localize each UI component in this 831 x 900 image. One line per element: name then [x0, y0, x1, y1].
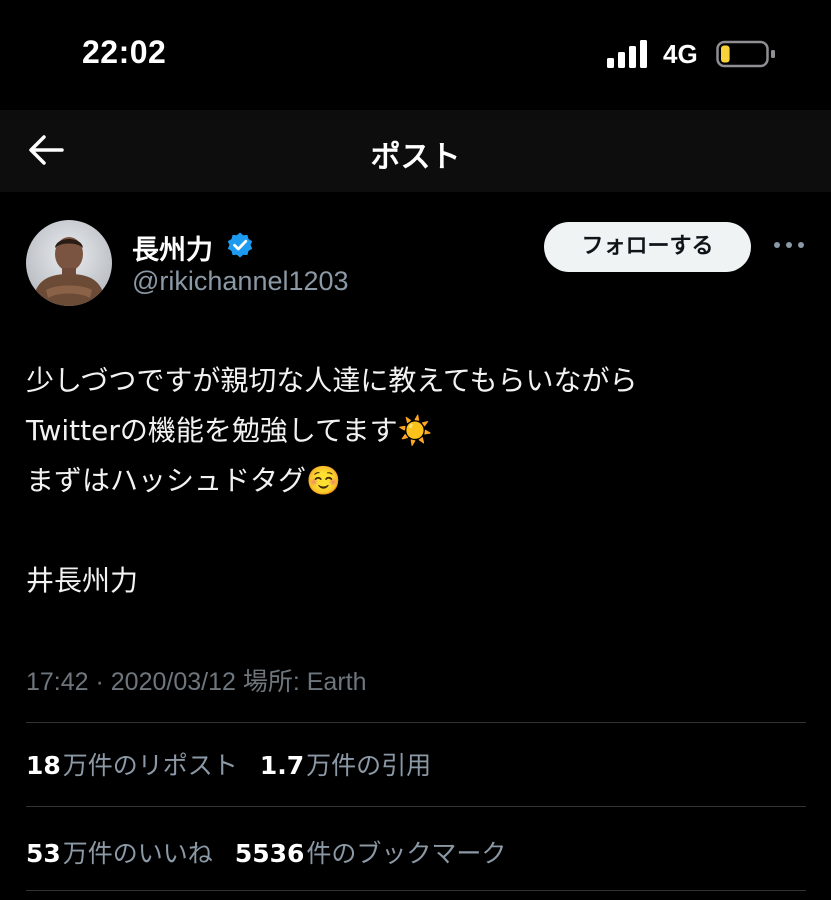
stats-row-reposts: 18 万件のリポスト 1.7 万件の引用 — [26, 746, 453, 782]
page-title: ポスト — [370, 140, 461, 175]
status-bar: 22:02 4G — [0, 0, 831, 110]
navigation-bar: ポスト — [0, 110, 831, 192]
avatar[interactable] — [26, 220, 112, 306]
author-handle[interactable]: @rikichannel1203 — [132, 266, 349, 297]
quotes-label: 万件の引用 — [306, 751, 432, 780]
divider — [26, 722, 806, 723]
likes-count: 53 — [26, 839, 61, 868]
more-options-icon[interactable] — [771, 238, 807, 252]
tweet-timestamp: 17:42 · 2020/03/12 場所: Earth — [26, 668, 367, 696]
tweet-text: 少しづつですが親切な人達に教えてもらいながら Twitterの機能を勉強してます… — [26, 356, 806, 606]
tweet-line: Twitterの機能を勉強してます☀️ — [26, 414, 433, 447]
divider — [26, 806, 806, 807]
bookmarks-stat[interactable]: 5536 件のブックマーク — [235, 834, 507, 870]
likes-label: 万件のいいね — [62, 839, 213, 868]
status-time: 22:02 — [82, 34, 167, 70]
follow-button[interactable]: フォローする — [544, 222, 751, 272]
cellular-signal-icon — [607, 40, 647, 68]
stats-row-likes: 53 万件のいいね 5536 件のブックマーク — [26, 834, 528, 870]
quotes-count: 1.7 — [259, 751, 305, 780]
battery-icon — [716, 40, 775, 68]
divider — [26, 890, 806, 891]
reposts-stat[interactable]: 18 万件のリポスト — [26, 746, 238, 782]
verified-badge-icon — [227, 232, 253, 258]
bookmarks-count: 5536 — [234, 839, 305, 868]
tweet-line — [26, 506, 806, 556]
bookmarks-label: 件のブックマーク — [306, 839, 507, 868]
tweet-line: まずはハッシュドタグ☺️ — [26, 464, 341, 497]
hashtag-link[interactable]: 井長州力 — [26, 556, 806, 606]
reposts-count: 18 — [26, 751, 61, 780]
author-display-name[interactable]: 長州力 — [132, 228, 213, 267]
quotes-stat[interactable]: 1.7 万件の引用 — [260, 746, 431, 782]
tweet-line: 少しづつですが親切な人達に教えてもらいながら — [26, 364, 638, 397]
network-type: 4G — [663, 39, 698, 69]
likes-stat[interactable]: 53 万件のいいね — [26, 834, 213, 870]
reposts-label: 万件のリポスト — [62, 751, 238, 780]
